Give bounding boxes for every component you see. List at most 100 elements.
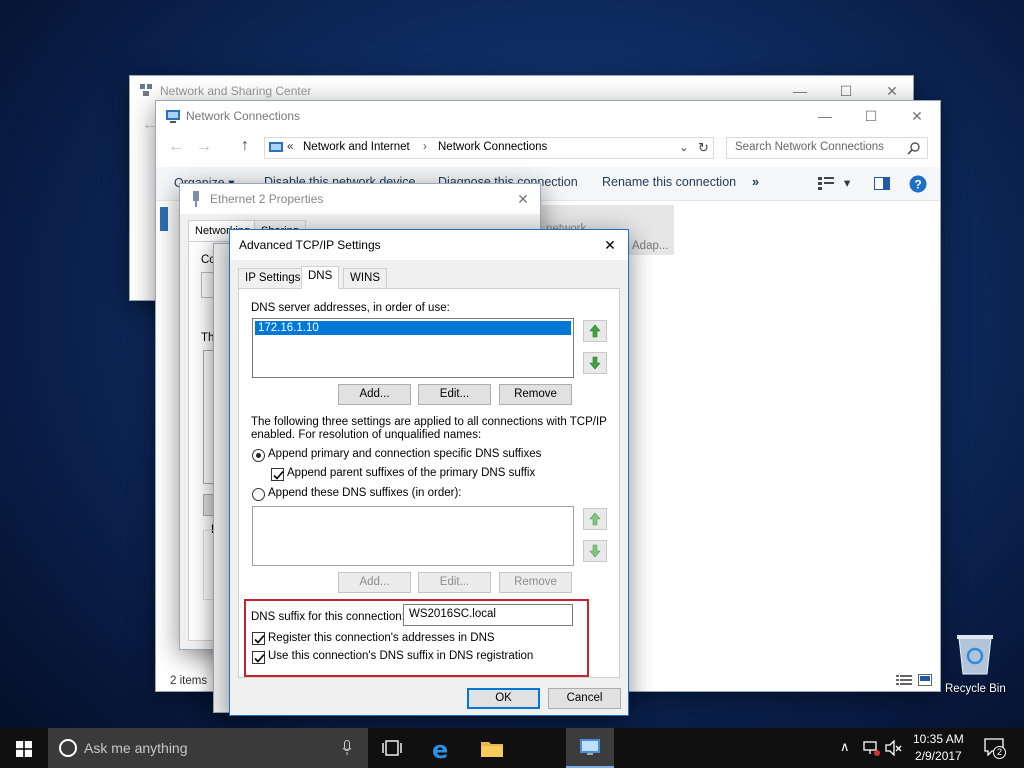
search-placeholder: Search Network Connections xyxy=(735,141,884,153)
refresh-icon[interactable]: ↻ xyxy=(698,140,709,156)
breadcrumb-network-and-internet[interactable]: Network and Internet xyxy=(303,141,410,153)
status-item-count: 2 items xyxy=(170,675,208,687)
add-suffix-button[interactable]: Add... xyxy=(338,572,411,593)
info-text-line-1: The following three settings are applied… xyxy=(251,416,607,428)
append-primary-radio[interactable] xyxy=(252,449,265,462)
large-icons-view-icon[interactable] xyxy=(918,674,932,686)
dns-suffix-label: DNS suffix for this connection: xyxy=(251,611,405,623)
control-panel-icon xyxy=(268,140,284,156)
taskbar: Ask me anything e ∧ 10:35 AM 2/9/2017 2 xyxy=(0,728,1024,768)
append-these-radio[interactable] xyxy=(252,488,265,501)
dns-suffix-field[interactable]: WS2016SC.local xyxy=(403,604,573,626)
dns-suffixes-list[interactable] xyxy=(252,506,574,566)
advanced-tcpip-dialog[interactable]: Advanced TCP/IP Settings ✕ IP Settings D… xyxy=(229,229,629,716)
add-button[interactable]: Add... xyxy=(338,384,411,405)
tab-wins[interactable]: WINS xyxy=(343,268,388,289)
append-primary-label[interactable]: Append primary and connection specific D… xyxy=(268,448,541,460)
cortana-search-box[interactable]: Ask me anything xyxy=(48,728,368,768)
edit-suffix-button[interactable]: Edit... xyxy=(418,572,491,593)
close-button[interactable]: ✕ xyxy=(894,101,940,131)
remove-suffix-button[interactable]: Remove xyxy=(499,572,572,593)
search-input[interactable]: Search Network Connections xyxy=(726,137,928,159)
details-view-icon[interactable] xyxy=(896,674,912,686)
notification-badge: 2 xyxy=(993,746,1006,759)
recycle-bin-label: Recycle Bin xyxy=(945,683,1006,695)
connection-adapter-partial: Adap... xyxy=(632,240,669,252)
view-dropdown-icon[interactable]: ▾ xyxy=(844,175,850,190)
network-connections-icon xyxy=(165,108,181,124)
network-center-icon xyxy=(139,83,153,97)
dialog-title: Advanced TCP/IP Settings xyxy=(239,238,381,252)
close-button[interactable]: ✕ xyxy=(592,230,628,260)
network-connections-taskbar-button[interactable] xyxy=(566,728,614,768)
tab-ip-settings[interactable]: IP Settings xyxy=(238,268,308,289)
move-down-button-disabled[interactable] xyxy=(583,540,607,562)
move-up-button[interactable] xyxy=(583,320,607,342)
info-text-line-2: enabled. For resolution of unqualified n… xyxy=(251,429,482,441)
task-view-icon xyxy=(382,740,402,756)
action-center-button[interactable]: 2 xyxy=(980,736,1010,760)
search-icon[interactable] xyxy=(907,141,921,155)
preview-pane-icon[interactable] xyxy=(874,177,890,190)
up-arrow-icon[interactable]: ↑ xyxy=(241,137,249,155)
window-title: Ethernet 2 Properties xyxy=(210,192,324,206)
titlebar[interactable]: Ethernet 2 Properties ✕ xyxy=(180,184,540,214)
window-title: Network Connections xyxy=(186,109,301,123)
dns-servers-list[interactable]: 172.16.1.10 xyxy=(252,318,574,378)
recycle-bin[interactable]: Recycle Bin xyxy=(940,632,1010,700)
use-suffix-label[interactable]: Use this connection's DNS suffix in DNS … xyxy=(268,650,533,662)
volume-muted-icon[interactable] xyxy=(884,740,902,756)
breadcrumb-network-connections[interactable]: Network Connections xyxy=(438,141,547,153)
network-adapter-icon xyxy=(190,191,202,207)
windows-logo-icon xyxy=(16,741,32,757)
help-icon[interactable]: ? xyxy=(909,175,927,193)
control-panel-taskbar-icon xyxy=(579,738,601,756)
edge-icon: e xyxy=(432,736,449,764)
edge-button[interactable]: e xyxy=(420,728,468,768)
move-up-button-disabled[interactable] xyxy=(583,508,607,530)
clock-date[interactable]: 2/9/2017 xyxy=(915,749,962,763)
ok-button[interactable]: OK xyxy=(467,688,540,709)
search-placeholder: Ask me anything xyxy=(84,740,188,756)
edit-button[interactable]: Edit... xyxy=(418,384,491,405)
clock-time[interactable]: 10:35 AM xyxy=(913,732,964,746)
change-view-icon[interactable] xyxy=(818,176,834,190)
start-button[interactable] xyxy=(0,728,48,768)
chevron-down-icon[interactable]: ⌄ xyxy=(679,140,689,154)
microphone-icon[interactable] xyxy=(342,740,352,756)
move-down-button[interactable] xyxy=(583,352,607,374)
back-arrow-icon[interactable]: ← xyxy=(168,138,184,156)
use-suffix-checkbox[interactable] xyxy=(252,651,265,664)
maximize-button[interactable]: ☐ xyxy=(848,101,894,131)
task-view-button[interactable] xyxy=(370,728,414,768)
remove-button[interactable]: Remove xyxy=(499,384,572,405)
network-status-icon[interactable] xyxy=(862,740,880,756)
minimize-button[interactable]: — xyxy=(802,101,848,131)
dns-servers-label: DNS server addresses, in order of use: xyxy=(251,302,450,314)
recycle-bin-icon xyxy=(955,632,995,676)
svg-text:?: ? xyxy=(914,178,921,192)
append-parent-label[interactable]: Append parent suffixes of the primary DN… xyxy=(287,467,535,479)
address-bar[interactable]: « Network and Internet › Network Connect… xyxy=(264,137,714,159)
tab-strip: IP Settings DNS WINS xyxy=(238,266,620,289)
append-parent-checkbox[interactable] xyxy=(271,468,284,481)
titlebar[interactable]: Advanced TCP/IP Settings ✕ xyxy=(230,230,628,260)
forward-arrow-icon[interactable]: → xyxy=(196,138,212,156)
append-these-label[interactable]: Append these DNS suffixes (in order): xyxy=(268,487,461,499)
cortana-icon xyxy=(58,738,78,758)
titlebar[interactable]: Network Connections — ☐ ✕ xyxy=(156,101,940,131)
breadcrumb-overflow[interactable]: « xyxy=(287,141,293,153)
folder-icon xyxy=(481,739,503,757)
register-address-checkbox[interactable] xyxy=(252,632,265,645)
more-commands-button[interactable]: » xyxy=(752,175,759,189)
list-item[interactable]: 172.16.1.10 xyxy=(255,321,571,335)
show-hidden-icons-icon[interactable]: ∧ xyxy=(840,739,850,755)
tab-dns[interactable]: DNS xyxy=(301,266,340,289)
close-button[interactable]: ✕ xyxy=(504,184,542,214)
cancel-button[interactable]: Cancel xyxy=(548,688,621,709)
rename-command[interactable]: Rename this connection xyxy=(602,175,736,189)
file-explorer-button[interactable] xyxy=(468,728,516,768)
register-address-label[interactable]: Register this connection's addresses in … xyxy=(268,632,495,644)
connection-icon xyxy=(160,207,168,231)
breadcrumb-separator-icon: › xyxy=(423,141,427,153)
